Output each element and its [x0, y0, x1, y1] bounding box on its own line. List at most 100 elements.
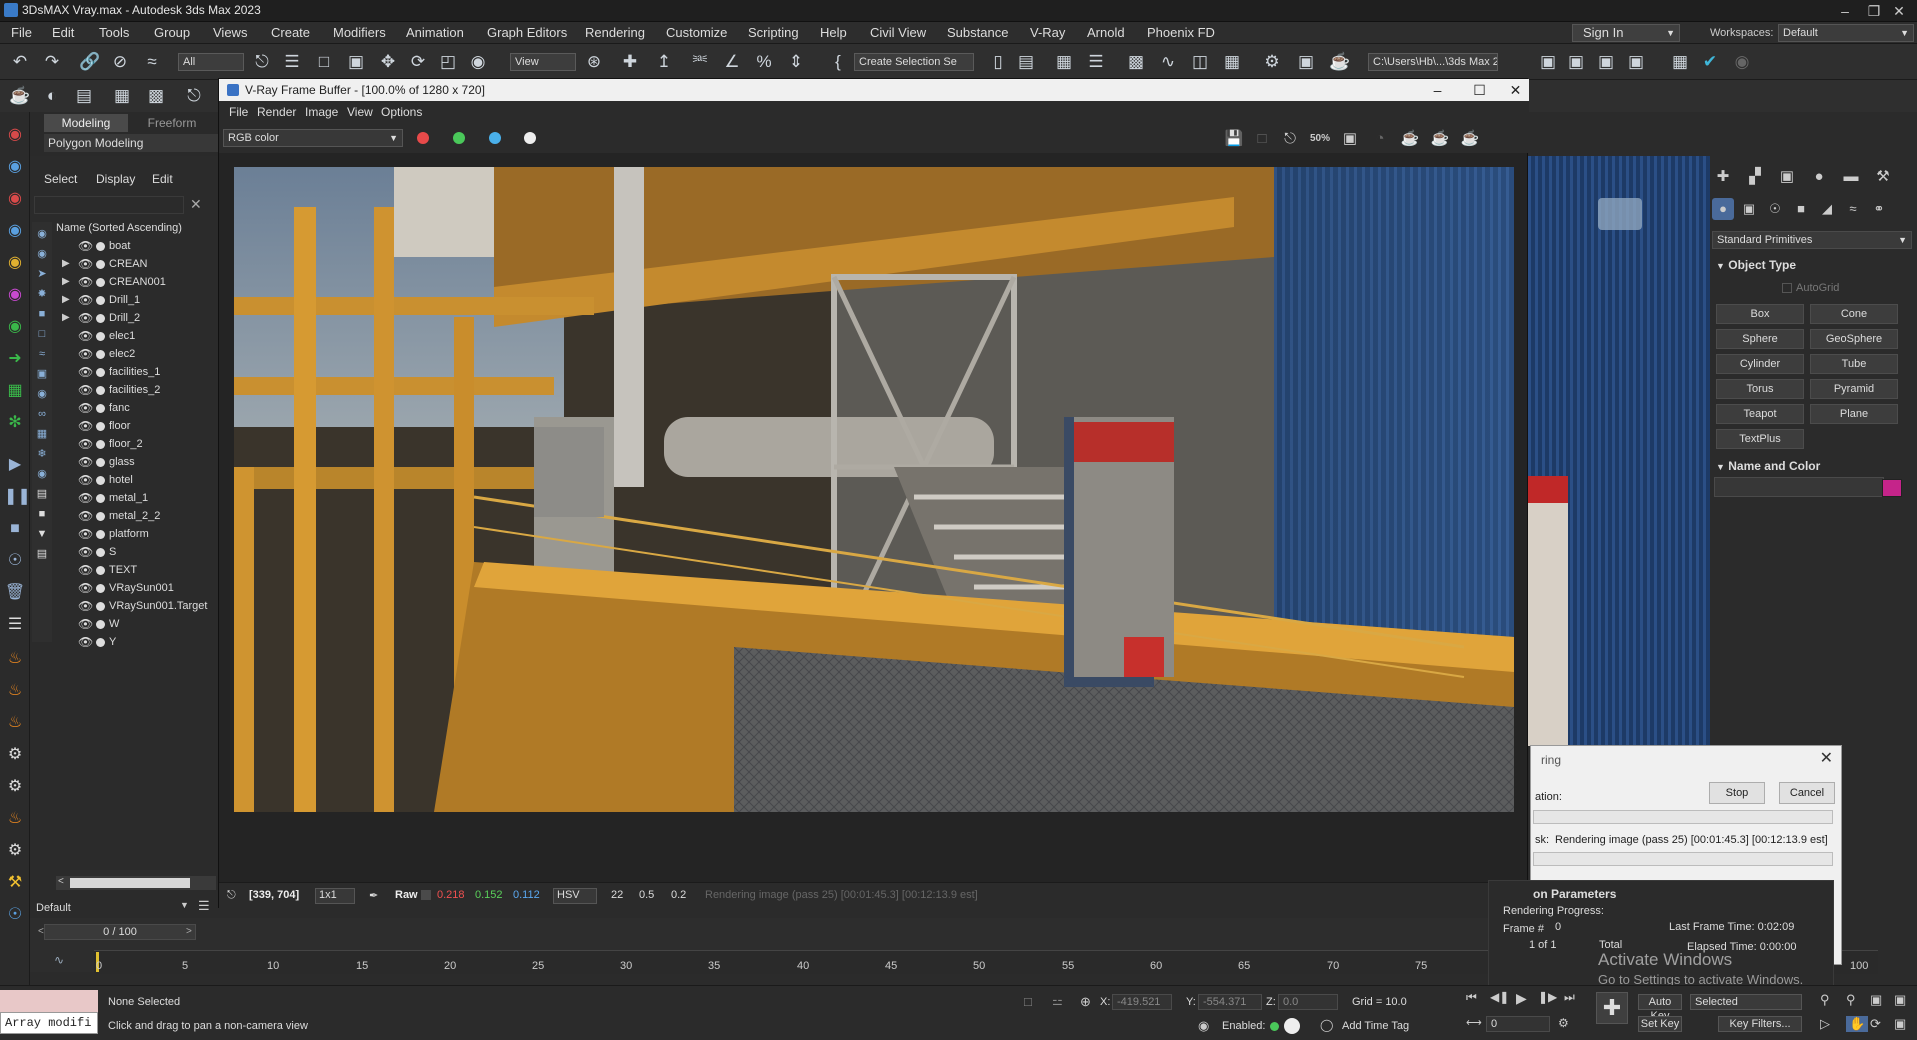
geosphere-button[interactable]: GeoSphere	[1810, 329, 1898, 349]
x-coordinate-field[interactable]: -419.521	[1112, 994, 1172, 1010]
display-icon[interactable]: ✻	[4, 412, 26, 434]
bind-space-warp-icon[interactable]: ≈	[140, 50, 164, 74]
move-icon[interactable]: ✥	[376, 50, 400, 74]
filter-shapes-icon[interactable]: ➤	[34, 266, 50, 282]
explorer-row[interactable]: 👁 glass	[56, 454, 216, 472]
filter-display-icon[interactable]: ▤	[34, 546, 50, 562]
vfb-menu-file[interactable]: File	[229, 105, 248, 119]
render-iterative-icon[interactable]: ◐	[40, 84, 64, 108]
menu-file[interactable]: File	[11, 25, 32, 40]
display-tab-icon[interactable]: ▬	[1840, 166, 1862, 188]
selection-filter-select[interactable]: All	[178, 53, 244, 71]
time-tag-icon[interactable]: ◯	[1320, 1018, 1333, 1032]
link-icon[interactable]: 🔗	[78, 50, 102, 74]
camera-icon[interactable]: ⎋	[182, 84, 206, 108]
active-shade-icon[interactable]: ▤	[72, 84, 96, 108]
explorer-row[interactable]: 👁 elec1	[56, 328, 216, 346]
vfb-close-button[interactable]: ✕	[1493, 79, 1538, 101]
expand-icon[interactable]: ▶	[62, 312, 70, 323]
menu-views[interactable]: Views	[213, 25, 247, 40]
fire-icon-2[interactable]: ♨	[4, 680, 26, 702]
filter-frozen-icon[interactable]: ❄	[34, 446, 50, 462]
box-button[interactable]: Box	[1716, 304, 1804, 324]
visibility-eye-icon[interactable]: 👁	[78, 257, 93, 271]
reference-coord-select[interactable]: View	[510, 53, 576, 71]
visibility-eye-icon[interactable]: 👁	[78, 563, 93, 577]
layers-icon[interactable]: ☰	[198, 898, 210, 914]
project-folder-select[interactable]: C:\Users\Hb\...\3ds Max 202	[1368, 53, 1498, 71]
menu-help[interactable]: Help	[820, 25, 847, 40]
visibility-eye-icon[interactable]: 👁	[78, 293, 93, 307]
menu-edit[interactable]: Edit	[52, 25, 74, 40]
keyboard-shortcut-override-icon[interactable]: ✚	[618, 50, 642, 74]
tool-icon-5[interactable]: ⚙	[4, 776, 26, 798]
rendered-image[interactable]	[234, 167, 1514, 812]
check-icon[interactable]: ✔	[1698, 50, 1722, 74]
render-setup-icon[interactable]: ⚙	[1260, 50, 1284, 74]
explorer-row[interactable]: 👁 facilities_2	[56, 382, 216, 400]
object-name-input[interactable]	[1714, 477, 1884, 497]
expand-icon[interactable]: ▶	[62, 258, 70, 269]
tool-icon-7[interactable]: ⚙	[4, 840, 26, 862]
orbit-icon[interactable]: ⟳	[1870, 1016, 1881, 1032]
explorer-row[interactable]: 👁 fanc	[56, 400, 216, 418]
fire-icon-3[interactable]: ♨	[4, 712, 26, 734]
explorer-column-header[interactable]: Name (Sorted Ascending)	[56, 222, 182, 234]
play-animation-icon[interactable]: ▶	[1516, 990, 1527, 1007]
hierarchy-arrow-icon[interactable]: ➜	[4, 348, 26, 370]
clear-search-icon[interactable]: ✕	[190, 196, 202, 213]
zoom-select[interactable]: 1x1	[315, 888, 355, 904]
enabled-toggle[interactable]	[1284, 1018, 1300, 1034]
ribbon-toggle-icon[interactable]: ▩	[1124, 50, 1148, 74]
snaps-toggle-icon[interactable]: ⎃	[688, 50, 712, 74]
schematic-view-icon[interactable]: ◫	[1188, 50, 1212, 74]
render-production-icon[interactable]: ☕	[1328, 50, 1352, 74]
expand-icon[interactable]: ▶	[62, 294, 70, 305]
visibility-eye-icon[interactable]: 👁	[78, 491, 93, 505]
red-channel-toggle[interactable]	[417, 132, 429, 144]
next-frame-icon[interactable]: ❚▶	[1538, 990, 1557, 1004]
alpha-channel-toggle[interactable]	[524, 132, 536, 144]
create-cameras-icon[interactable]: ◉	[4, 220, 26, 242]
create-lights-icon[interactable]: ◉	[4, 188, 26, 210]
tube-button[interactable]: Tube	[1810, 354, 1898, 374]
color-mode-select[interactable]: HSV	[553, 888, 597, 904]
plane-button[interactable]: Plane	[1810, 404, 1898, 424]
zoom-icon[interactable]: ⚲	[1820, 992, 1830, 1008]
menu-graph-editors[interactable]: Graph Editors	[487, 25, 567, 40]
filter-list-icon[interactable]: ▤	[34, 486, 50, 502]
menu-customize[interactable]: Customize	[666, 25, 727, 40]
filter-bones-icon[interactable]: ∞	[34, 406, 50, 422]
environment-icon[interactable]: ▦	[110, 84, 134, 108]
vfb-menu-options[interactable]: Options	[381, 105, 422, 119]
maxscript-mini-listener[interactable]: Array modifi	[0, 1012, 98, 1034]
viewcube[interactable]	[1598, 198, 1642, 230]
menu-rendering[interactable]: Rendering	[585, 25, 645, 40]
menu-tools[interactable]: Tools	[99, 25, 129, 40]
vray-tool-2-icon[interactable]: ▣	[1564, 50, 1588, 74]
vray-tool-3-icon[interactable]: ▣	[1594, 50, 1618, 74]
visibility-eye-icon[interactable]: 👁	[78, 329, 93, 343]
pan-view-icon[interactable]: ✋	[1846, 1016, 1869, 1032]
explorer-menu-edit[interactable]: Edit	[152, 172, 173, 186]
workspace-select[interactable]: Default ▼	[1778, 24, 1914, 42]
geometry-icon[interactable]: ●	[1712, 198, 1734, 220]
set-key-button[interactable]: Set Key	[1638, 1016, 1682, 1032]
explorer-row[interactable]: 👁 floor	[56, 418, 216, 436]
sign-in-dropdown[interactable]: Sign In ▼	[1572, 24, 1680, 42]
select-manipulate-icon[interactable]: ↥	[652, 50, 676, 74]
filter-funnel-icon[interactable]: ▼	[34, 526, 50, 542]
explorer-row[interactable]: 👁 Y	[56, 634, 216, 652]
cone-button[interactable]: Cone	[1810, 304, 1898, 324]
explorer-row[interactable]: 👁 metal_1	[56, 490, 216, 508]
visibility-eye-icon[interactable]: 👁	[78, 455, 93, 469]
teapot-icon[interactable]: ☕	[8, 84, 32, 108]
motion-tab-icon[interactable]: ●	[1808, 166, 1830, 188]
explorer-scrollbar[interactable]: <	[56, 876, 216, 890]
visibility-eye-icon[interactable]: 👁	[78, 527, 93, 541]
rotate-icon[interactable]: ⟳	[406, 50, 430, 74]
select-object-icon[interactable]: ⎋	[250, 50, 274, 74]
filter-containers-icon[interactable]: ▦	[34, 426, 50, 442]
menu-animation[interactable]: Animation	[406, 25, 464, 40]
explorer-row[interactable]: 👁 floor_2	[56, 436, 216, 454]
